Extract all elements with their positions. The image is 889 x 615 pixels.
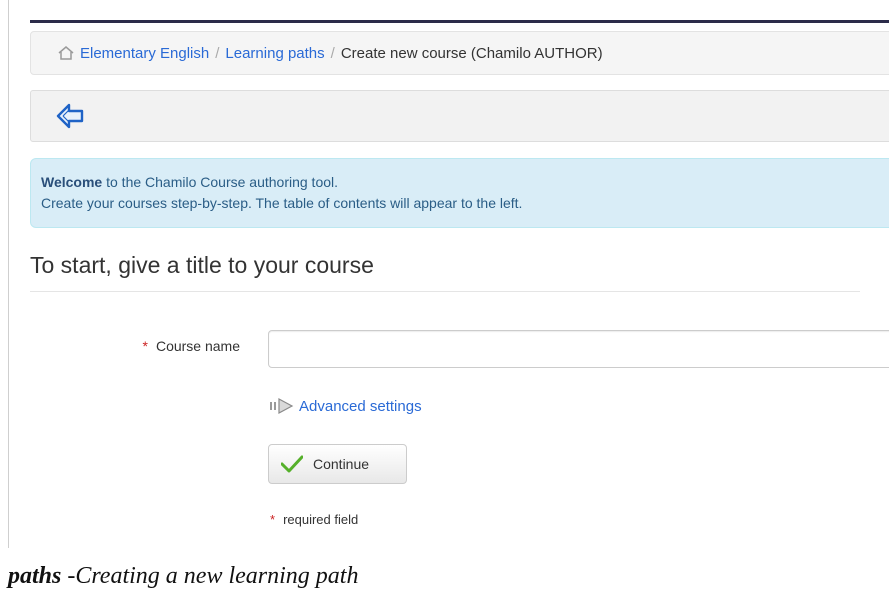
advanced-settings-link[interactable]: Advanced settings: [268, 396, 422, 416]
required-asterisk: *: [142, 338, 148, 354]
course-name-input[interactable]: [268, 330, 889, 368]
action-toolbar: [30, 90, 889, 142]
caption-bold: paths: [8, 563, 62, 589]
breadcrumb-link-learning-paths[interactable]: Learning paths: [225, 45, 324, 62]
course-name-label-text: Course name: [155, 338, 240, 354]
required-asterisk: *: [270, 512, 276, 527]
arrow-right-icon: [268, 396, 296, 416]
breadcrumb: Elementary English / Learning paths / Cr…: [30, 31, 889, 75]
alert-line-2: Create your courses step-by-step. The ta…: [41, 195, 523, 211]
breadcrumb-separator: /: [330, 44, 335, 62]
breadcrumb-link-course[interactable]: Elementary English: [80, 45, 209, 62]
top-border: [30, 20, 889, 23]
caption-text: -Creating a new learning path: [61, 563, 359, 589]
alert-line-1: Welcome to the Chamilo Course authoring …: [41, 172, 889, 193]
required-field-note: * required field: [270, 512, 358, 527]
alert-line-1-text: to the Chamilo Course authoring tool.: [102, 174, 339, 190]
back-arrow-icon[interactable]: [55, 101, 85, 131]
left-border: [8, 0, 9, 548]
welcome-alert: Welcome to the Chamilo Course authoring …: [30, 158, 889, 228]
advanced-settings-label: Advanced settings: [299, 397, 422, 415]
checkmark-icon: [281, 455, 303, 473]
course-name-label: * Course name: [70, 338, 241, 354]
home-icon[interactable]: [56, 45, 76, 61]
continue-label: Continue: [313, 456, 370, 472]
alert-welcome-bold: Welcome: [41, 174, 103, 190]
breadcrumb-current: Create new course (Chamilo AUTHOR): [340, 44, 603, 62]
page-heading: To start, give a title to your course: [30, 252, 860, 292]
required-note-text: required field: [283, 512, 359, 527]
continue-button[interactable]: Continue: [268, 444, 407, 484]
breadcrumb-separator: /: [215, 44, 220, 62]
figure-caption: paths -Creating a new learning path: [8, 563, 358, 590]
